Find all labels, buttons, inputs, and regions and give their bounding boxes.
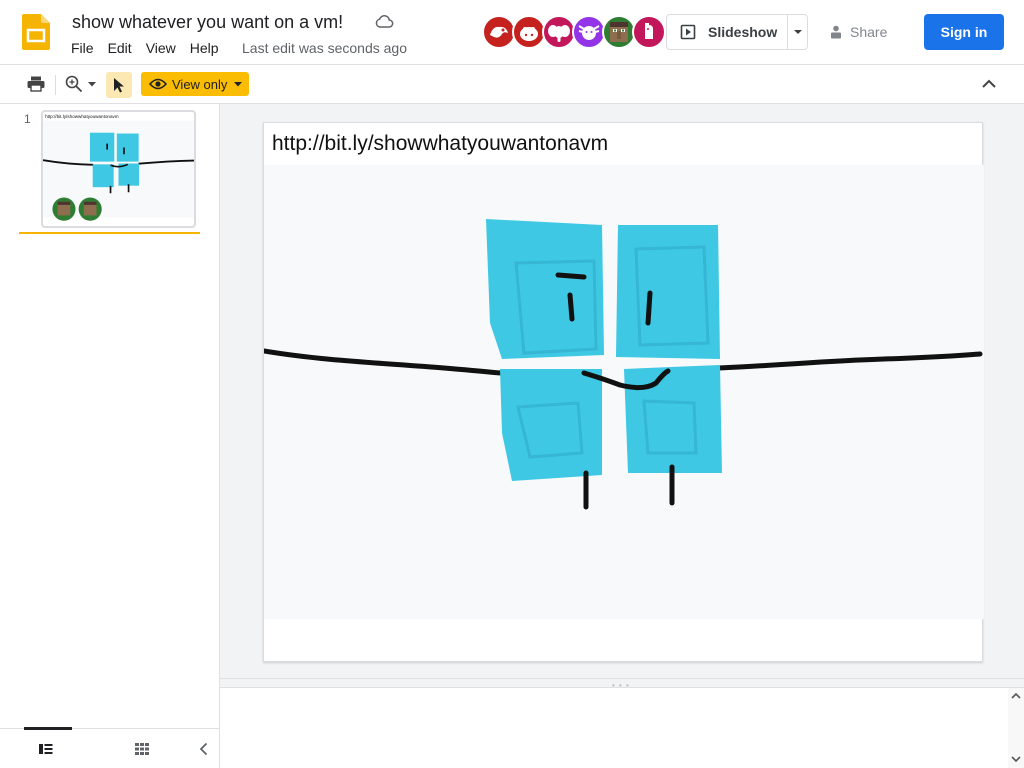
toolbar-divider	[55, 75, 56, 95]
slide-filmstrip: 1 http://bit.ly/showwhatyouwantonavm	[0, 104, 220, 768]
last-edit-status[interactable]: Last edit was seconds ago	[242, 40, 407, 56]
elephant-avatar-icon[interactable]	[542, 15, 576, 49]
collaborator-avatars	[482, 15, 666, 49]
share-label: Share	[850, 24, 888, 40]
current-slide[interactable]: http://bit.ly/showwhatyouwantonavm	[263, 122, 984, 662]
slideshow-options-button[interactable]	[787, 14, 808, 50]
cursor-arrow-icon	[114, 78, 124, 93]
slide-canvas: http://bit.ly/showwhatyouwantonavm	[220, 104, 1024, 678]
slide-url-text[interactable]: http://bit.ly/showwhatyouwantonavm	[272, 132, 608, 156]
slide-number: 1	[24, 112, 31, 126]
grid-view-icon[interactable]	[134, 741, 150, 757]
villager-avatar-icon[interactable]	[602, 15, 636, 49]
lock-person-icon	[831, 25, 841, 39]
window-pane-bottom-right	[624, 365, 722, 473]
notes-scrollbar[interactable]	[1008, 688, 1024, 768]
menu-file[interactable]: File	[71, 40, 94, 56]
view-only-mode-button[interactable]: View only	[141, 72, 249, 96]
slideshow-button[interactable]: Slideshow	[666, 14, 788, 50]
menu-help[interactable]: Help	[190, 40, 219, 56]
select-tool-button[interactable]	[106, 72, 132, 98]
speaker-notes-panel[interactable]	[220, 688, 1008, 768]
app-header: show whatever you want on a vm! File Edi…	[0, 0, 1024, 64]
chevron-up-icon[interactable]	[980, 75, 998, 93]
window-pane-bottom-left	[500, 369, 602, 481]
axolotl-avatar-icon[interactable]	[572, 15, 606, 49]
chevron-down-icon	[234, 81, 243, 86]
slide-thumbnail[interactable]: http://bit.ly/showwhatyouwantonavm	[41, 110, 196, 228]
active-view-indicator	[24, 727, 72, 730]
cloud-saved-icon[interactable]	[374, 12, 394, 32]
slideshow-label: Slideshow	[708, 24, 778, 40]
menu-bar: File Edit View Help	[71, 40, 233, 56]
thumbnail-drawing: http://bit.ly/showwhatyouwantonavm	[43, 114, 194, 221]
slide-drawing	[264, 165, 984, 619]
eye-icon	[149, 78, 167, 90]
share-button[interactable]: Share	[818, 14, 898, 50]
scroll-down-icon[interactable]	[1011, 754, 1021, 764]
menu-edit[interactable]: Edit	[108, 40, 132, 56]
zoom-icon[interactable]	[63, 73, 85, 95]
chevron-down-icon	[793, 30, 802, 34]
print-icon[interactable]	[25, 73, 47, 95]
present-icon	[680, 24, 696, 40]
sign-in-button[interactable]: Sign in	[924, 14, 1004, 50]
hippo-avatar-icon[interactable]	[512, 15, 546, 49]
menu-view[interactable]: View	[146, 40, 176, 56]
toolbar: View only	[0, 64, 1024, 104]
slides-logo-icon[interactable]	[22, 14, 50, 50]
dragon-avatar-icon[interactable]	[482, 15, 516, 49]
scroll-up-icon[interactable]	[1011, 691, 1021, 701]
list-view-icon[interactable]	[38, 741, 54, 757]
right-eye-mark	[645, 290, 653, 326]
zoom-dropdown-icon[interactable]	[86, 73, 98, 95]
chevron-left-icon[interactable]	[196, 741, 212, 757]
slide-selection-indicator	[19, 232, 200, 234]
document-title[interactable]: show whatever you want on a vm!	[72, 12, 343, 33]
notes-resize-handle[interactable]: • • •	[220, 678, 1024, 690]
view-only-label: View only	[172, 76, 228, 92]
filmstrip-view-controls	[0, 727, 219, 768]
thumbnail-caption: http://bit.ly/showwhatyouwantonavm	[45, 114, 119, 119]
window-pane-top-right	[616, 225, 720, 359]
window-pane-top-left	[486, 219, 604, 359]
llama-avatar-icon[interactable]	[632, 15, 666, 49]
